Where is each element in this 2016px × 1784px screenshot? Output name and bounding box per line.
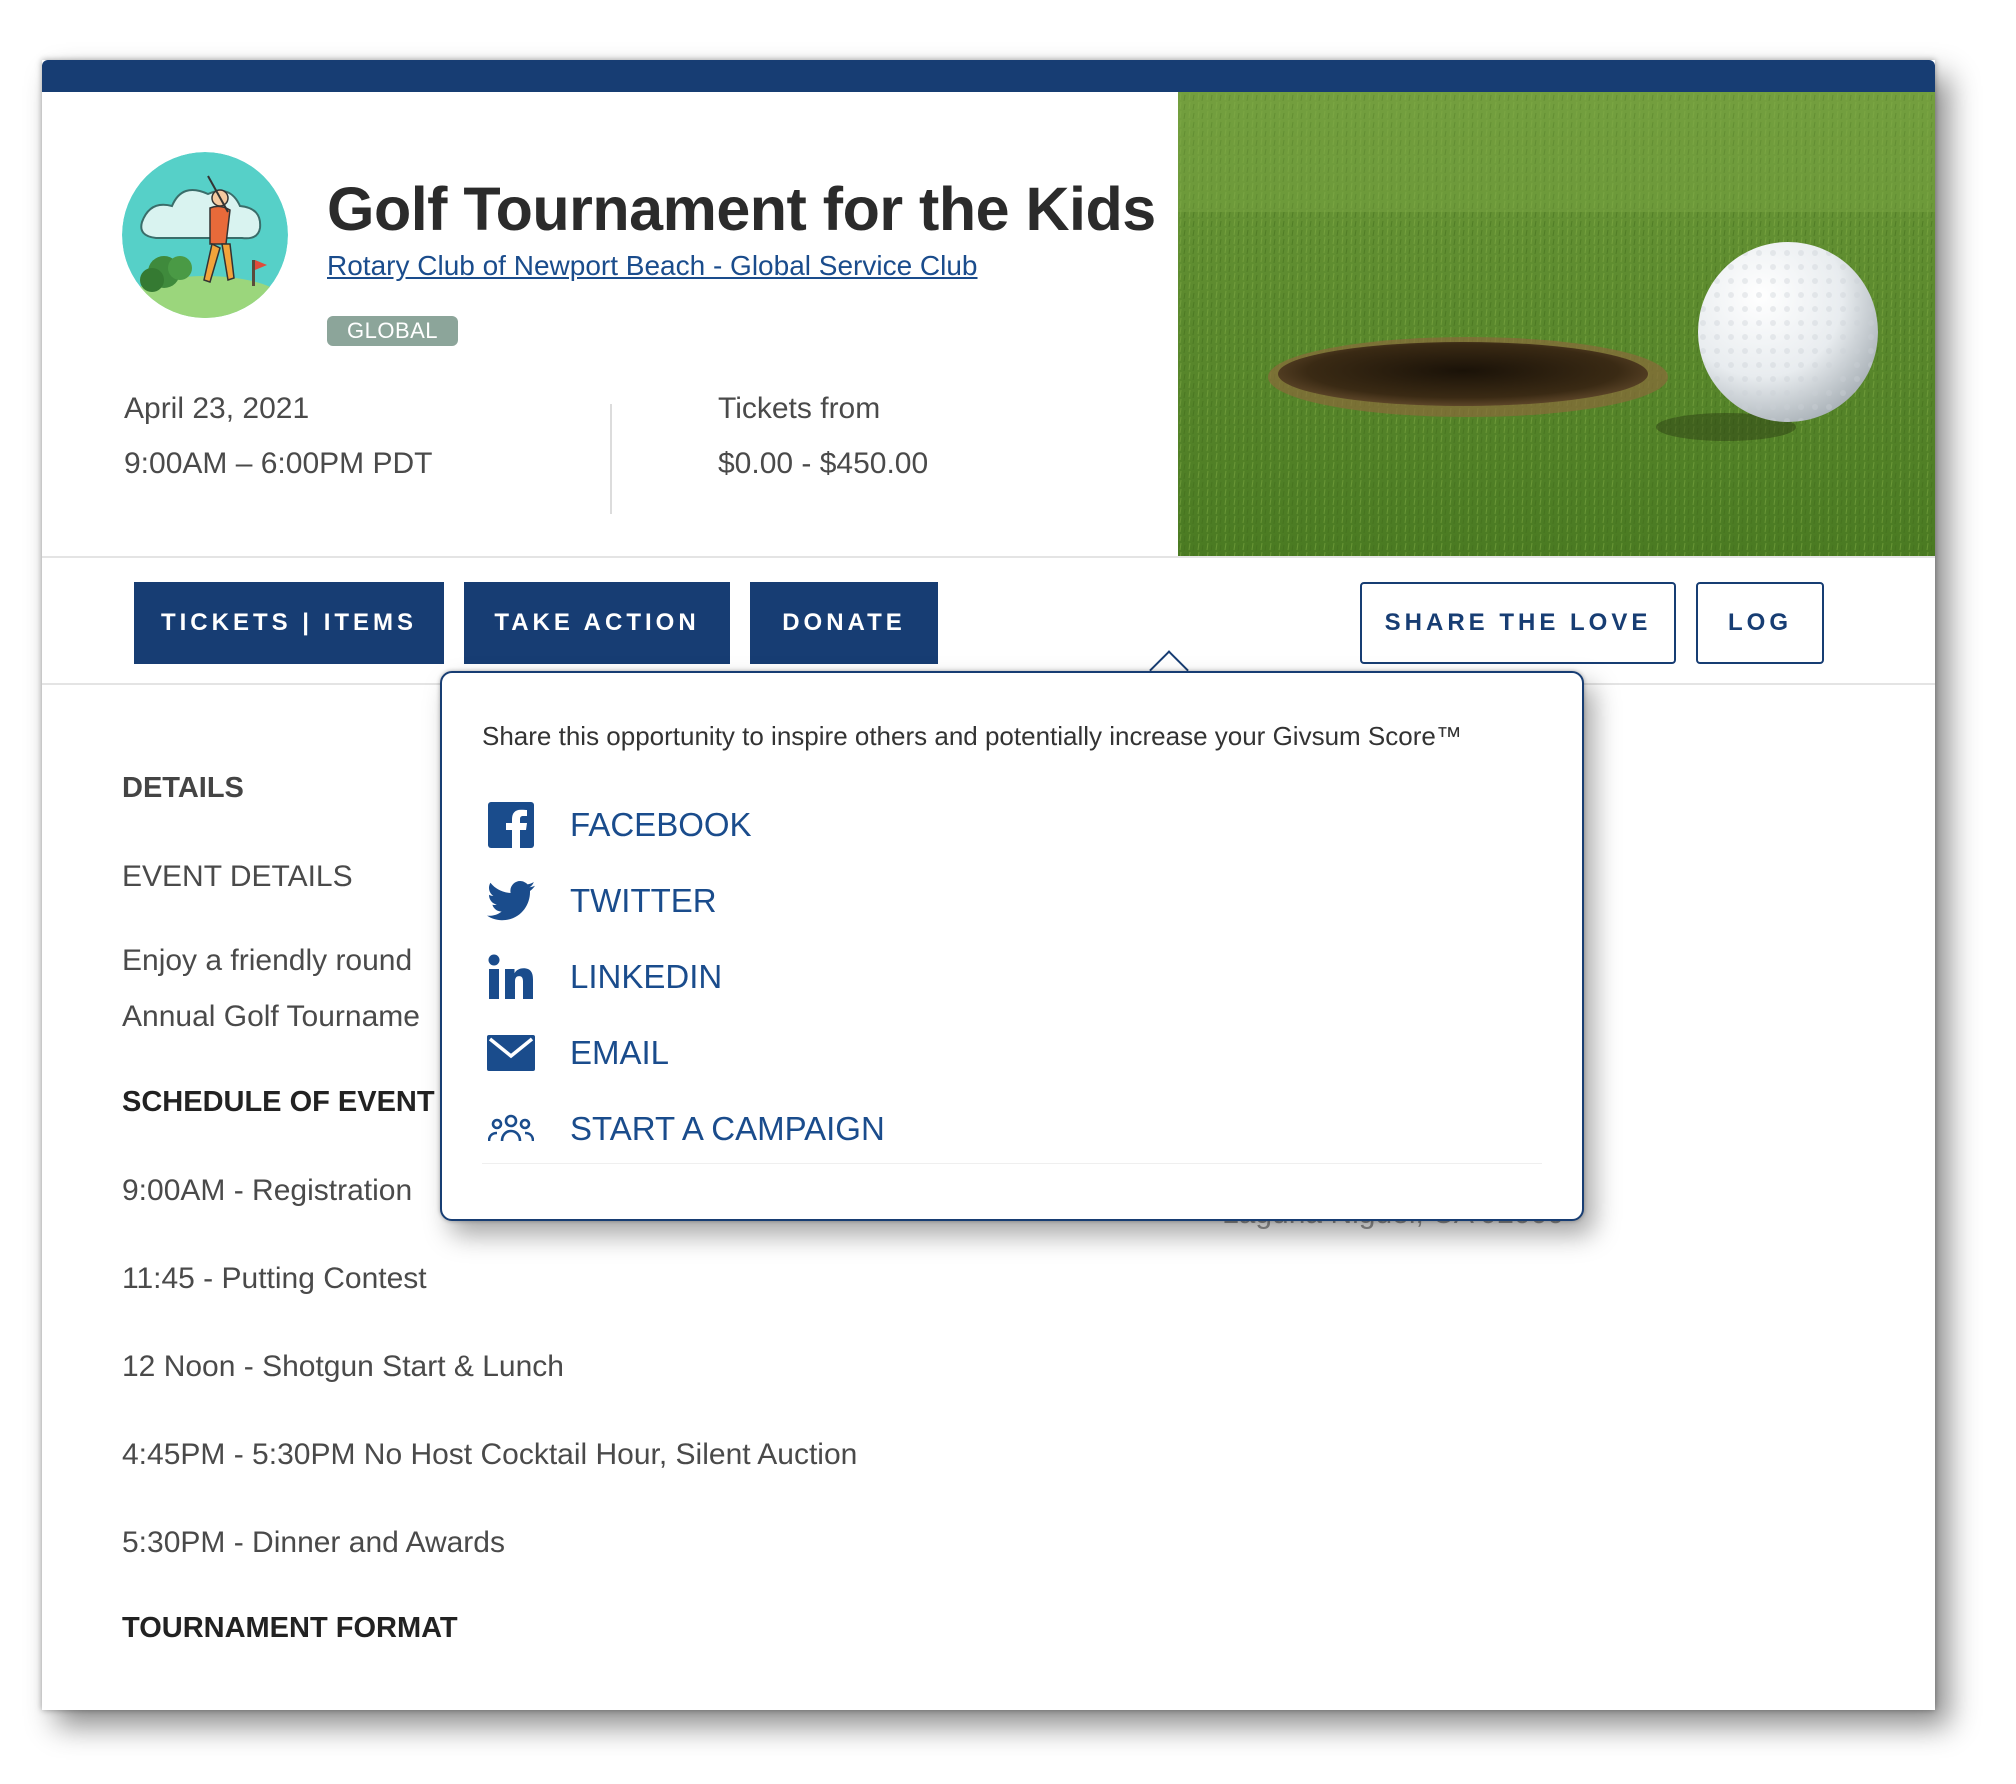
share-start-campaign[interactable]: START A CAMPAIGN [486,1101,885,1157]
tickets-items-button[interactable]: TICKETS | ITEMS [134,582,444,664]
log-button[interactable]: LOG [1696,582,1824,664]
start-campaign-label: START A CAMPAIGN [570,1110,885,1147]
share-the-love-button[interactable]: SHARE THE LOVE [1360,582,1676,664]
golf-ball-hero-image [1178,92,1935,557]
share-popover: Share this opportunity to inspire others… [440,671,1584,1221]
description-line-1: Enjoy a friendly round [122,944,413,977]
schedule-item: 9:00AM - Registration [122,1174,413,1207]
take-action-button[interactable]: TAKE ACTION [464,582,730,664]
organizer-link[interactable]: Rotary Club of Newport Beach - Global Se… [327,250,978,282]
event-card: Golf Tournament for the Kids Rotary Club… [42,60,1935,1710]
people-icon [486,1104,536,1154]
event-header: Golf Tournament for the Kids Rotary Club… [42,92,1935,557]
details-heading: DETAILS [122,772,244,804]
schedule-heading: SCHEDULE OF EVENT [122,1086,435,1118]
event-time: 9:00AM – 6:00PM PDT [124,447,433,480]
schedule-item: 4:45PM - 5:30PM No Host Cocktail Hour, S… [122,1438,858,1471]
share-twitter[interactable]: TWITTER [486,873,717,929]
scope-badge: GLOBAL [327,316,459,346]
facebook-label: FACEBOOK [570,806,752,843]
linkedin-icon [486,952,536,1002]
golfer-logo-icon [122,152,288,318]
event-details-subheading: EVENT DETAILS [122,860,353,893]
tickets-label: Tickets from [718,392,881,425]
twitter-label: TWITTER [570,882,717,919]
top-accent-bar [42,60,1935,92]
schedule-item: 11:45 - Putting Contest [122,1262,427,1295]
schedule-item: 5:30PM - Dinner and Awards [122,1526,505,1559]
event-title: Golf Tournament for the Kids [327,175,1156,243]
email-label: EMAIL [570,1034,670,1071]
description-line-2: Annual Golf Tourname [122,1000,420,1033]
linkedin-label: LINKEDIN [570,958,723,995]
share-email[interactable]: EMAIL [486,1025,669,1081]
schedule-item: 12 Noon - Shotgun Start & Lunch [122,1350,564,1383]
info-divider [610,404,612,514]
donate-button[interactable]: DONATE [750,582,938,664]
header-divider [42,556,1935,558]
share-facebook[interactable]: FACEBOOK [486,797,752,853]
event-date: April 23, 2021 [124,392,310,425]
share-intro-text: Share this opportunity to inspire others… [482,721,1462,751]
tickets-price-range: $0.00 - $450.00 [718,447,929,480]
share-linkedin[interactable]: LINKEDIN [486,949,722,1005]
tournament-format-heading: TOURNAMENT FORMAT [122,1612,458,1644]
facebook-icon [486,800,536,850]
email-icon [486,1028,536,1078]
twitter-icon [486,876,536,926]
popover-separator [482,1163,1542,1164]
